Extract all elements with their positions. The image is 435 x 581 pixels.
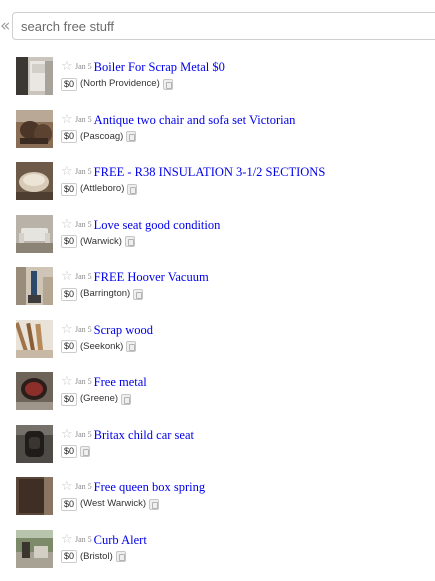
list-item: ☆ Jan 5 Love seat good condition $0 (Warwic… — [0, 210, 435, 263]
listing-price: $0 — [61, 287, 78, 301]
listing-price: $0 — [61, 497, 78, 511]
search-bar: « — [0, 12, 435, 40]
listing-price: $0 — [61, 182, 78, 196]
listing-thumbnail[interactable] — [16, 319, 53, 358]
listing-price: $0 — [61, 130, 78, 143]
star-icon[interactable]: ☆ — [61, 373, 74, 391]
listing-thumbnail[interactable] — [16, 267, 53, 305]
listing-price: $0 — [61, 392, 78, 406]
listing-price: $0 — [61, 444, 78, 458]
star-icon[interactable]: ☆ — [61, 216, 74, 234]
listing-date: Jan 5 — [75, 114, 92, 124]
hide-icon[interactable] — [162, 78, 173, 90]
listing-thumbnail[interactable] — [16, 57, 53, 95]
listing-title[interactable]: Scrap wood — [94, 321, 153, 339]
star-icon[interactable]: ☆ — [61, 426, 74, 444]
listing-location: (Attleboro) — [80, 183, 125, 194]
list-item: ☆ Jan 5 Free metal $0 (Greene) — [0, 367, 435, 420]
listing-price: $0 — [61, 550, 78, 563]
hide-icon[interactable] — [121, 393, 132, 405]
star-icon[interactable]: ☆ — [61, 111, 74, 129]
hide-icon[interactable] — [115, 551, 126, 562]
listing-title[interactable]: Boiler For Scrap Metal $0 — [94, 58, 225, 76]
hide-icon[interactable] — [148, 498, 159, 510]
listing-location: (Greene) — [80, 393, 119, 404]
listing-location: (Warwick) — [80, 235, 122, 247]
hide-icon[interactable] — [124, 236, 135, 247]
listing-title[interactable]: Britax child car seat — [94, 426, 194, 444]
listing-location: (Bristol) — [80, 550, 113, 562]
listing-date: Jan 5 — [75, 482, 92, 491]
star-icon[interactable]: ☆ — [61, 58, 74, 76]
listing-date: Jan 5 — [75, 377, 92, 386]
listing-date: Jan 5 — [75, 272, 92, 281]
hide-icon[interactable] — [127, 183, 138, 195]
list-item: ☆ Jan 5 Boiler For Scrap Metal $0 $0 (North… — [0, 52, 435, 105]
results-list: ☆ Jan 5 Boiler For Scrap Metal $0 $0 (North… — [0, 52, 435, 577]
listing-price: $0 — [61, 77, 78, 91]
listing-price: $0 — [61, 235, 78, 248]
listing-location: (West Warwick) — [80, 498, 146, 509]
listing-date: Jan 5 — [75, 534, 92, 544]
listing-thumbnail[interactable] — [16, 109, 53, 148]
listing-date: Jan 5 — [75, 62, 92, 71]
listing-thumbnail[interactable] — [16, 424, 53, 463]
hide-icon[interactable] — [80, 445, 91, 457]
listing-title[interactable]: Love seat good condition — [94, 216, 221, 234]
listing-thumbnail[interactable] — [16, 372, 53, 410]
listing-title[interactable]: Antique two chair and sofa set Victorian — [94, 111, 296, 129]
list-item: ☆ Jan 5 Curb Alert $0 (Bristol) — [0, 525, 435, 578]
listing-thumbnail[interactable] — [16, 477, 53, 515]
listing-thumbnail[interactable] — [16, 529, 53, 568]
listing-thumbnail[interactable] — [16, 214, 53, 253]
star-icon[interactable]: ☆ — [61, 163, 74, 181]
hide-icon[interactable] — [126, 341, 137, 352]
listing-date: Jan 5 — [75, 429, 92, 439]
list-item: ☆ Jan 5 FREE - R38 INSULATION 3-1/2 SECTIO… — [0, 157, 435, 210]
listing-location: (North Providence) — [80, 78, 160, 89]
listing-location: (Barrington) — [80, 288, 131, 299]
hide-icon[interactable] — [133, 288, 144, 300]
listing-location: (Pascoag) — [80, 130, 124, 142]
listing-title[interactable]: FREE - R38 INSULATION 3-1/2 SECTIONS — [94, 163, 326, 181]
search-input[interactable] — [12, 12, 435, 40]
star-icon[interactable]: ☆ — [61, 268, 74, 286]
listing-title[interactable]: Free queen box spring — [94, 478, 205, 496]
hide-icon[interactable] — [126, 131, 137, 142]
listing-date: Jan 5 — [75, 167, 92, 176]
star-icon[interactable]: ☆ — [61, 531, 74, 549]
list-item: ☆ Jan 5 Antique two chair and sofa set Vic… — [0, 105, 435, 158]
list-item: ☆ Jan 5 FREE Hoover Vacuum $0 (Barrington) — [0, 262, 435, 315]
listing-price: $0 — [61, 340, 78, 353]
listing-location: (Seekonk) — [80, 340, 124, 352]
listing-thumbnail[interactable] — [16, 162, 53, 200]
list-item: ☆ Jan 5 Free queen box spring $0 (West Warw… — [0, 472, 435, 525]
listing-title[interactable]: Curb Alert — [94, 531, 147, 549]
list-item: ☆ Jan 5 Scrap wood $0 (Seekonk) — [0, 315, 435, 368]
listing-title[interactable]: Free metal — [94, 373, 147, 391]
list-item: ☆ Jan 5 Britax child car seat $0 — [0, 420, 435, 473]
star-icon[interactable]: ☆ — [61, 321, 74, 339]
listing-title[interactable]: FREE Hoover Vacuum — [94, 268, 209, 286]
listing-date: Jan 5 — [75, 219, 92, 229]
listing-date: Jan 5 — [75, 324, 92, 334]
star-icon[interactable]: ☆ — [61, 478, 74, 496]
